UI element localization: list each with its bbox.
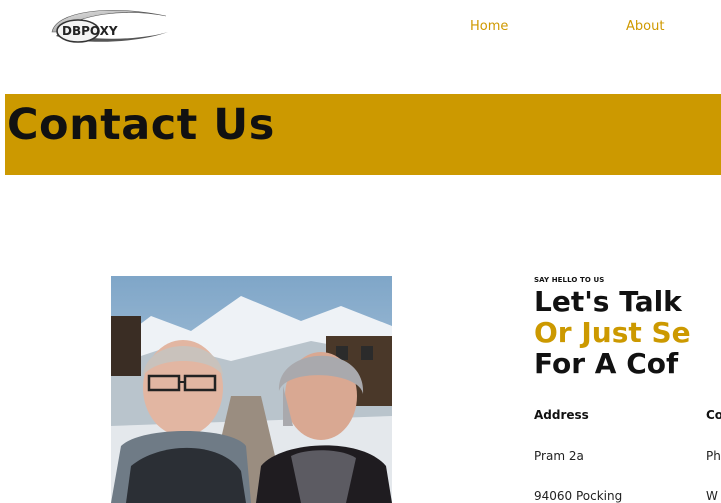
address-line-2: 94060 Pocking (534, 489, 623, 503)
dbpoxy-logo[interactable]: DBPOXY (46, 2, 172, 46)
contact-line-1: Ph (706, 449, 721, 463)
owners-photo (111, 276, 392, 503)
site-header: DBPOXY Home About (0, 0, 721, 70)
contact-info-section: SAY HELLO TO US Let's Talk Or Just Se Fo… (534, 275, 721, 503)
section-eyebrow: SAY HELLO TO US (534, 276, 605, 284)
page-title: Contact Us (7, 100, 275, 150)
heading-line-2: Or Just Se (534, 316, 691, 349)
address-line-1: Pram 2a (534, 449, 584, 463)
contact-column-header: Co (706, 408, 721, 422)
contact-line-2: W (706, 489, 718, 503)
address-column-header: Address (534, 408, 589, 422)
contact-heading: Let's Talk Or Just Se For A Cof (534, 286, 691, 379)
heading-line-1: Let's Talk (534, 285, 682, 318)
logo-graphic: DBPOXY (51, 10, 168, 43)
logo-text: DBPOXY (62, 24, 118, 38)
nav-home-link[interactable]: Home (470, 19, 508, 34)
heading-line-3: For A Cof (534, 347, 679, 380)
page-title-banner: Contact Us (5, 94, 721, 175)
nav-about-link[interactable]: About (626, 19, 664, 34)
photo-illustration (111, 276, 392, 503)
